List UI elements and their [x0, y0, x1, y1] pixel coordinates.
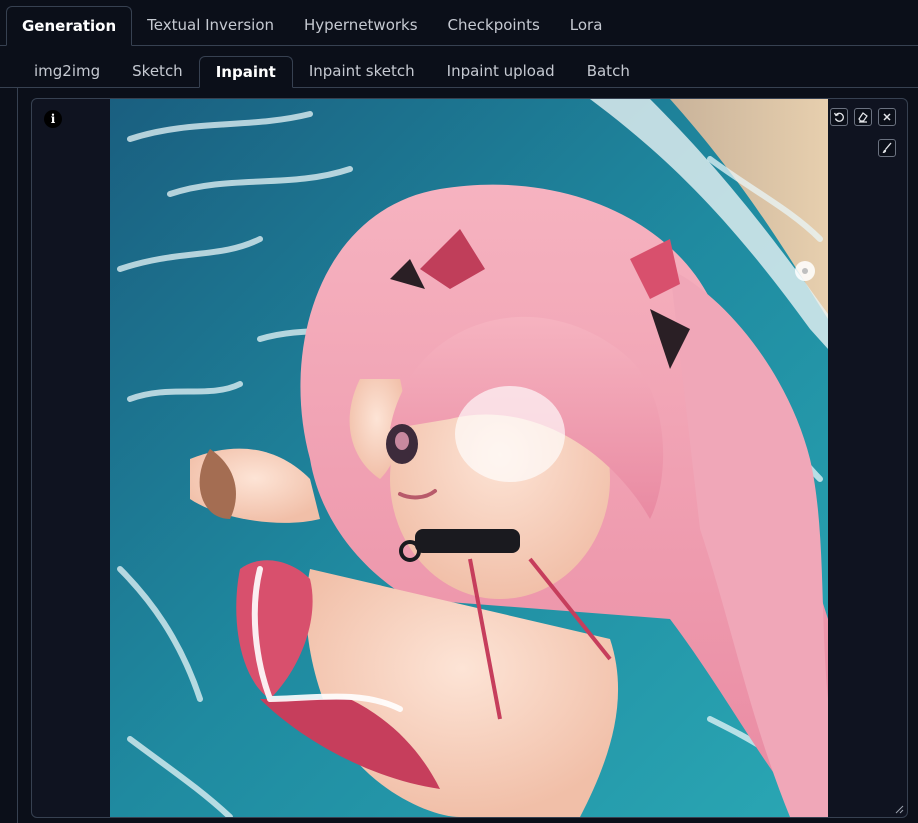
tab-img2img[interactable]: img2img — [18, 55, 116, 87]
inpaint-canvas-block: i — [31, 98, 908, 818]
img2img-mode-tab-bar: img2img Sketch Inpaint Inpaint sketch In… — [0, 56, 918, 88]
tab-batch[interactable]: Batch — [571, 55, 646, 87]
tab-inpaint-upload[interactable]: Inpaint upload — [431, 55, 571, 87]
tab-sketch[interactable]: Sketch — [116, 55, 199, 87]
resize-handle-icon[interactable] — [895, 805, 904, 814]
generation-panel: img2img Sketch Inpaint Inpaint sketch In… — [0, 46, 918, 823]
inpaint-panel: i — [17, 88, 918, 823]
tab-generation[interactable]: Generation — [6, 6, 133, 46]
remove-image-button[interactable] — [878, 108, 896, 126]
tab-textual-inversion[interactable]: Textual Inversion — [132, 5, 289, 45]
undo-icon — [833, 112, 844, 122]
brush-icon — [882, 142, 892, 153]
top-tab-bar: Generation Textual Inversion Hypernetwor… — [0, 0, 918, 46]
tab-inpaint-sketch[interactable]: Inpaint sketch — [293, 55, 431, 87]
brush-button[interactable] — [878, 139, 896, 157]
undo-button[interactable] — [830, 108, 848, 126]
clear-button[interactable] — [854, 108, 872, 126]
eraser-icon — [858, 112, 868, 123]
close-icon — [883, 113, 891, 121]
anime-girl-in-water-image — [110, 99, 828, 817]
info-icon[interactable]: i — [44, 110, 62, 128]
tab-checkpoints[interactable]: Checkpoints — [433, 5, 555, 45]
tab-inpaint[interactable]: Inpaint — [198, 56, 293, 88]
inpaint-canvas[interactable] — [110, 99, 828, 817]
tab-hypernetworks[interactable]: Hypernetworks — [289, 5, 433, 45]
tab-lora[interactable]: Lora — [555, 5, 618, 45]
